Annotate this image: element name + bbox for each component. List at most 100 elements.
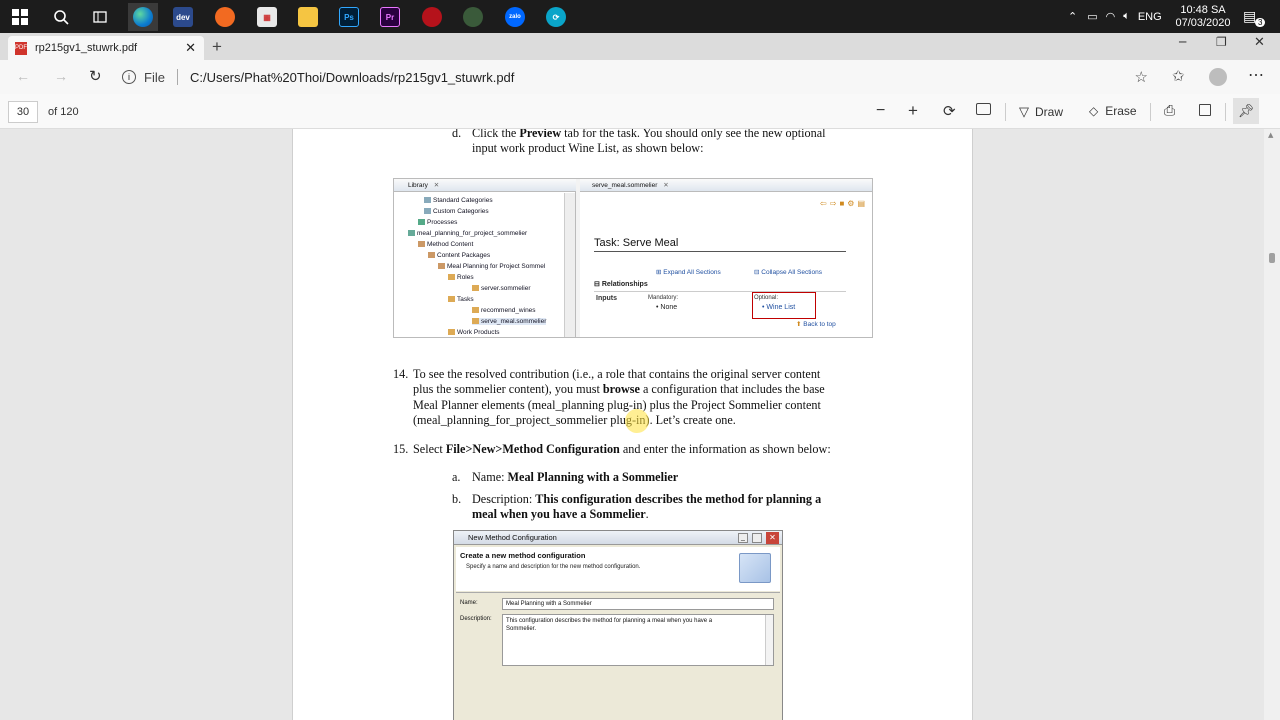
- info-icon[interactable]: i: [122, 70, 136, 84]
- library-scrollbar[interactable]: [564, 193, 575, 337]
- wifi-icon[interactable]: ◠: [1106, 10, 1116, 23]
- close-tab-icon[interactable]: ✕: [185, 40, 196, 56]
- edge-browser-icon[interactable]: [128, 3, 158, 31]
- pdf-viewer[interactable]: d. Click the Preview tab for the task. Y…: [0, 129, 1280, 720]
- zoom-in-icon[interactable]: +: [908, 101, 918, 121]
- expand-all-link[interactable]: ⊞ Expand All Sections: [656, 268, 721, 276]
- volume-icon[interactable]: 🔈︎: [1123, 10, 1130, 23]
- photoshop-icon[interactable]: Ps: [335, 3, 363, 31]
- restore-button[interactable]: ❐: [1216, 35, 1227, 49]
- avast-icon[interactable]: [211, 3, 239, 31]
- rotate-icon[interactable]: ⟳: [943, 102, 956, 120]
- tree-label: Work Products: [457, 329, 500, 336]
- wine-list-label: Wine List: [766, 304, 796, 311]
- sub-a-bold: Meal Planning with a Sommelier: [507, 470, 679, 484]
- dialog-title: New Method Configuration: [468, 533, 557, 542]
- step-15-line: Select File>New>Method Configuration and…: [413, 442, 831, 457]
- dialog-close-icon[interactable]: ✕: [766, 532, 779, 544]
- relationships-header[interactable]: ⊟ Relationships: [594, 280, 648, 288]
- tree-item[interactable]: Roles: [448, 274, 474, 281]
- search-icon[interactable]: [47, 3, 75, 31]
- erase-button[interactable]: ◇ Erase: [1089, 104, 1137, 118]
- premiere-icon[interactable]: Pr: [376, 3, 404, 31]
- print-icon[interactable]: ⎙: [1164, 102, 1175, 119]
- pin-toolbar-icon[interactable]: 📌︎: [1233, 98, 1259, 124]
- battery-icon[interactable]: ▭: [1087, 10, 1097, 23]
- clock[interactable]: 10:48 SA 07/03/2020: [1175, 0, 1230, 33]
- description-field[interactable]: This configuration describes the method …: [502, 614, 774, 666]
- save-icon[interactable]: [1199, 104, 1211, 116]
- step-15-text: Select: [413, 442, 446, 456]
- tree-item[interactable]: Method Content: [418, 241, 473, 248]
- close-window-button[interactable]: ✕: [1254, 35, 1265, 50]
- sync-app-icon[interactable]: ⟳: [542, 3, 570, 31]
- editor-close-icon[interactable]: ✕: [663, 182, 668, 189]
- tree-item[interactable]: Standard Categories: [424, 197, 493, 204]
- tree-item[interactable]: Work Products: [448, 329, 500, 336]
- library-close-icon[interactable]: ✕: [434, 182, 439, 189]
- toolbar-divider-2: [1150, 103, 1151, 121]
- mandatory-label: Mandatory:: [648, 295, 679, 301]
- task-view-icon[interactable]: [86, 3, 114, 31]
- step-14-bold: browse: [602, 382, 640, 396]
- forward-icon[interactable]: →: [54, 68, 68, 84]
- editor-tab[interactable]: serve_meal.sommelier ✕: [580, 179, 872, 192]
- tree-item[interactable]: Processes: [418, 219, 457, 226]
- tree-item[interactable]: server.sommelier: [472, 285, 530, 292]
- tree-item[interactable]: Content Packages: [428, 252, 490, 259]
- tree-item[interactable]: Tasks: [448, 296, 474, 303]
- scroll-up-icon[interactable]: ▲: [1268, 131, 1273, 139]
- collapse-all-link[interactable]: ⊟ Collapse All Sections: [754, 268, 822, 276]
- editor-toolbar-icons[interactable]: ⇦⇨■⚙▤: [820, 199, 868, 208]
- page-total: of 120: [48, 106, 79, 118]
- notification-center[interactable]: ▤ 3: [1243, 0, 1266, 33]
- tree-item[interactable]: Meal Planning for Project Sommel: [438, 263, 545, 270]
- chevron-up-icon[interactable]: ⌃: [1068, 10, 1077, 23]
- language-indicator[interactable]: ENG: [1138, 11, 1162, 23]
- title-rule: [594, 251, 846, 252]
- address-field[interactable]: i File C:/Users/Phat%20Thoi/Downloads/rp…: [122, 65, 1162, 89]
- zoom-out-icon[interactable]: −: [876, 102, 885, 120]
- editor-tab-label: serve_meal.sommelier: [592, 182, 658, 189]
- dialog-minimize-icon[interactable]: _: [738, 533, 748, 543]
- new-tab-button[interactable]: +: [212, 37, 222, 57]
- zalo-icon[interactable]: zalo: [501, 3, 529, 31]
- minimize-button[interactable]: ─: [1179, 35, 1186, 49]
- fit-page-icon[interactable]: [976, 103, 991, 115]
- toolbar-divider-3: [1225, 103, 1226, 121]
- favorite-star-icon[interactable]: ☆: [1135, 68, 1148, 86]
- tray-icons[interactable]: ⌃ ▭ ◠ 🔈︎ ENG: [1068, 0, 1162, 33]
- red-app-icon[interactable]: [418, 3, 446, 31]
- library-tab[interactable]: Library ✕: [394, 179, 576, 192]
- network-app-icon[interactable]: [459, 3, 487, 31]
- viewer-scrollbar[interactable]: ▲: [1264, 129, 1280, 720]
- more-options-icon[interactable]: ⋯: [1248, 65, 1264, 85]
- address-bar-row: ← → ↻ i File C:/Users/Phat%20Thoi/Downlo…: [0, 60, 1280, 94]
- step-14-line1: To see the resolved contribution (i.e., …: [413, 367, 821, 381]
- name-field[interactable]: Meal Planning with a Sommelier: [502, 598, 774, 610]
- draw-button[interactable]: ▽ Draw: [1019, 104, 1063, 120]
- office-app-icon[interactable]: ▦: [253, 3, 281, 31]
- back-icon[interactable]: ←: [16, 68, 30, 84]
- windows-start-icon[interactable]: [6, 3, 34, 31]
- tree-item[interactable]: meal_planning_for_project_sommelier: [408, 230, 527, 237]
- none-label: None: [660, 304, 678, 311]
- back-to-top-link[interactable]: ⬆ Back to top: [796, 320, 836, 328]
- page-number-input[interactable]: [8, 101, 38, 123]
- back-to-top-label: Back to top: [803, 321, 836, 328]
- file-explorer-icon[interactable]: [294, 3, 322, 31]
- dialog-maximize-icon[interactable]: [752, 533, 762, 543]
- tree-item-selected[interactable]: serve_meal.sommelier: [472, 318, 547, 325]
- favorites-icon[interactable]: ✩: [1172, 67, 1185, 85]
- tree-item[interactable]: recommend_wines: [472, 307, 536, 314]
- folder-icon: [424, 197, 431, 204]
- tree-label: Standard Categories: [433, 197, 493, 204]
- devc-app-icon[interactable]: dev: [169, 3, 197, 31]
- refresh-icon[interactable]: ↻: [89, 67, 102, 85]
- description-scrollbar[interactable]: [765, 615, 773, 665]
- profile-avatar[interactable]: [1209, 68, 1227, 86]
- wine-list-link[interactable]: • Wine List: [762, 304, 795, 311]
- tree-item[interactable]: Custom Categories: [424, 208, 489, 215]
- browser-tab[interactable]: PDF rp215gv1_stuwrk.pdf ✕: [8, 36, 204, 60]
- scroll-thumb[interactable]: [1269, 253, 1275, 263]
